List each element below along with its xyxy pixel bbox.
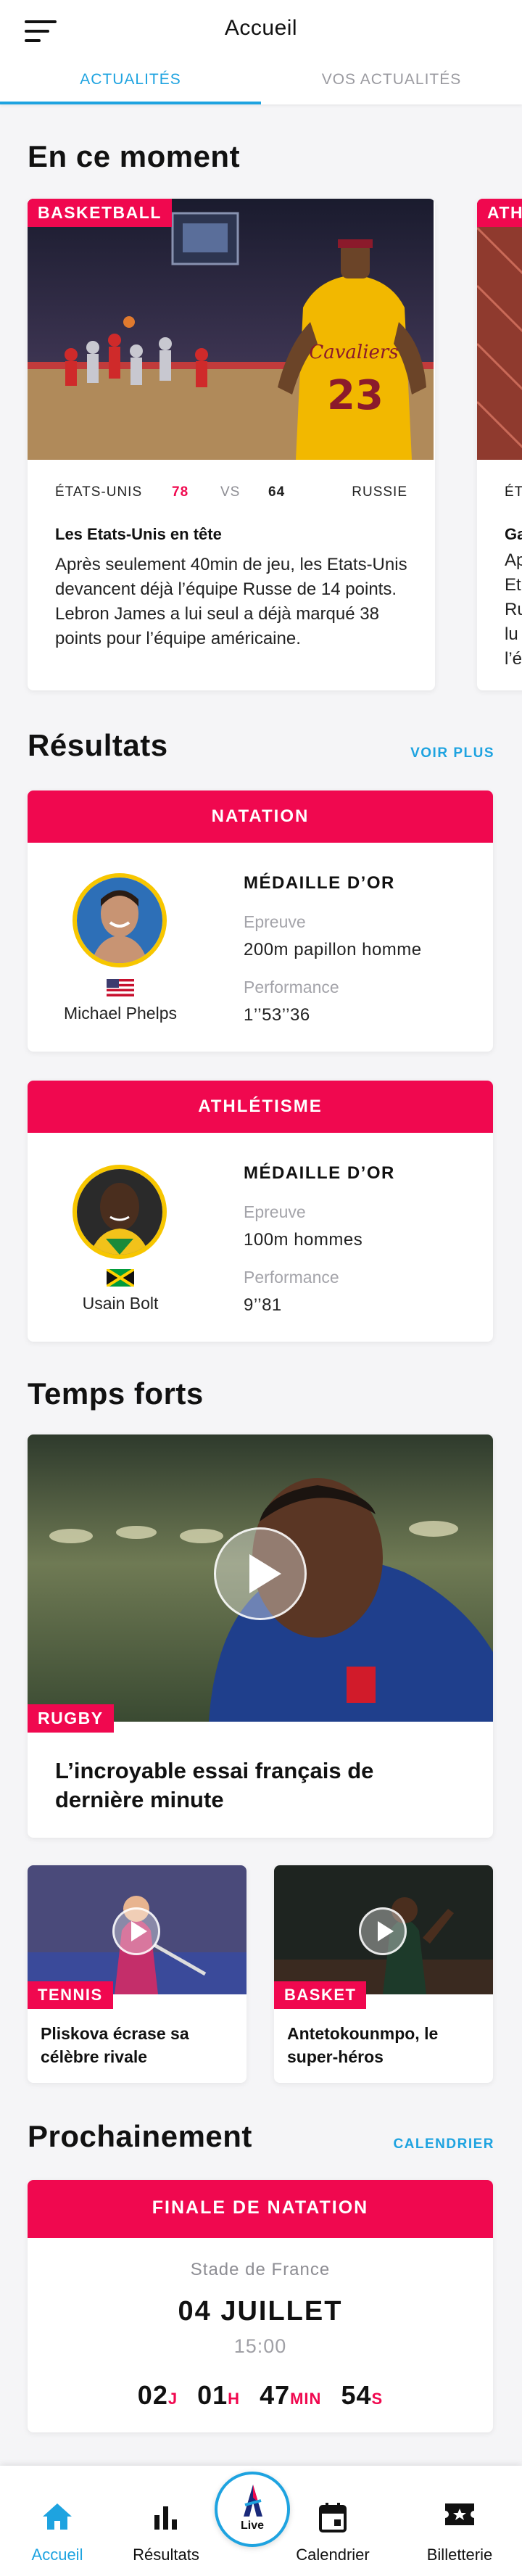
- highlight-small-title: Antetokounmpo, le super-héros: [287, 2024, 439, 2066]
- flag-usa-icon: [107, 979, 134, 996]
- event-date: 04 JUILLET: [178, 2296, 343, 2327]
- news-text-next-line: l’é: [505, 649, 522, 669]
- live-icon: [242, 2483, 264, 2522]
- score-row: ÉTATS-UNIS 78 VS 64 RUSSIE: [55, 484, 407, 506]
- versus-label: VS: [220, 484, 241, 500]
- section-title-now: En ce moment: [28, 139, 241, 173]
- countdown-seconds: 54: [341, 2380, 372, 2410]
- nav-item-accueil[interactable]: Accueil: [10, 2466, 104, 2576]
- sport-badge: BASKETBALL: [28, 199, 172, 227]
- news-card[interactable]: Cavaliers 23 BASKETBALL ÉTATS-UNIS 78 VS…: [28, 199, 435, 690]
- news-image: Cavaliers 23: [28, 199, 434, 460]
- upcoming-event-card[interactable]: FINALE DE NATATION Stade de France 04 JU…: [28, 2180, 493, 2432]
- highlight-small-card[interactable]: TENNIS Pliskova écrase sa célèbre rivale: [28, 1865, 246, 2083]
- flag-jamaica-icon: [105, 1268, 136, 1288]
- athlete-avatar: [72, 873, 167, 967]
- news-headline: Les Etats-Unis en tête: [55, 525, 222, 543]
- event-label: Epreuve: [244, 1202, 306, 1221]
- calendar-icon: [318, 2502, 347, 2536]
- highlight-video-thumbnail: [28, 1865, 246, 1994]
- bar-chart-icon: [152, 2502, 181, 2535]
- countdown-minutes: 47: [260, 2380, 291, 2410]
- performance-value: 1’’53’’36: [244, 1005, 310, 1025]
- result-sport-header: NATATION: [28, 790, 493, 843]
- highlight-video-thumbnail: [274, 1865, 493, 1994]
- news-text-next-line: Ap: [505, 550, 522, 570]
- section-title-results: Résultats: [28, 728, 168, 762]
- nav-item-calendrier[interactable]: Calendrier: [286, 2466, 380, 2576]
- event-time: 15:00: [233, 2335, 287, 2357]
- athlete-avatar: [72, 1165, 167, 1259]
- event-value: 200m papillon homme: [244, 940, 422, 959]
- countdown-seconds-unit: S: [371, 2390, 384, 2408]
- team-away: RUSSIE: [352, 484, 407, 500]
- countdown-hours-unit: H: [228, 2390, 241, 2408]
- performance-label: Performance: [244, 1268, 339, 1287]
- athlete-name: Usain Bolt: [82, 1294, 159, 1313]
- team-next: ÉT: [505, 484, 522, 500]
- tab-actualites[interactable]: ACTUALITÉS: [0, 64, 261, 104]
- medal-label: MÉDAILLE D’OR: [244, 873, 395, 893]
- section-title-highlights: Temps forts: [28, 1376, 204, 1411]
- see-more-link[interactable]: VOIR PLUS: [410, 746, 494, 761]
- nav-label: Billetterie: [426, 2546, 493, 2564]
- nav-label: Calendrier: [296, 2546, 370, 2564]
- sport-badge: TENNIS: [28, 1981, 113, 2009]
- countdown-minutes-unit: MIN: [290, 2390, 322, 2408]
- news-headline-next: Ga: [505, 525, 522, 543]
- event-value: 100m hommes: [244, 1230, 363, 1250]
- highlight-main-title: L’incroyable essai français de dernière …: [55, 1758, 374, 1812]
- svg-text:Cavaliers: Cavaliers: [309, 342, 398, 363]
- page-title: Accueil: [224, 16, 298, 40]
- highlight-main-card[interactable]: RUGBY L’incroyable essai français de der…: [28, 1434, 493, 1838]
- countdown-days-unit: J: [167, 2390, 178, 2408]
- performance-label: Performance: [244, 978, 339, 996]
- news-card-next[interactable]: ATH ÉT Ga Ap Et Ru lu l’é: [477, 199, 522, 690]
- sport-badge: BASKET: [274, 1981, 367, 2009]
- play-icon[interactable]: [214, 1527, 307, 1620]
- athlete-name: Michael Phelps: [64, 1004, 177, 1023]
- team-home: ÉTATS-UNIS: [55, 484, 143, 500]
- countdown-hours: 01: [197, 2380, 228, 2410]
- event-label: Epreuve: [244, 912, 306, 931]
- nav-item-resultats[interactable]: Résultats: [119, 2466, 213, 2576]
- highlight-small-card[interactable]: BASKET Antetokounmpo, le super-héros: [274, 1865, 493, 2083]
- highlight-small-title: Pliskova écrase sa célèbre rivale: [41, 2024, 189, 2066]
- home-icon: [41, 2502, 73, 2535]
- countdown-days: 02: [137, 2380, 168, 2410]
- play-icon[interactable]: [112, 1907, 160, 1955]
- result-card[interactable]: NATATION Michael Phelps MÉDAILLE D’OR Ep…: [28, 790, 493, 1052]
- sport-badge: RUGBY: [28, 1704, 114, 1733]
- score-home: 78: [172, 484, 189, 500]
- performance-value: 9’’81: [244, 1295, 282, 1315]
- play-icon[interactable]: [359, 1907, 407, 1955]
- upcoming-event-title: FINALE DE NATATION: [28, 2180, 493, 2238]
- news-text: Après seulement 40min de jeu, les Etats-…: [55, 555, 407, 648]
- score-away: 64: [268, 484, 286, 500]
- news-text-next-line: Ru: [505, 600, 522, 619]
- sport-badge-next: ATH: [477, 199, 522, 227]
- live-button[interactable]: Live: [215, 2472, 290, 2547]
- result-sport-header: ATHLÉTISME: [28, 1081, 493, 1133]
- calendar-link[interactable]: CALENDRIER: [393, 2137, 494, 2152]
- result-card[interactable]: ATHLÉTISME Usain Bolt MÉDAILLE D’OR Epre…: [28, 1081, 493, 1342]
- countdown: 02J 01H 47MIN 54S: [28, 2380, 493, 2411]
- medal-label: MÉDAILLE D’OR: [244, 1163, 395, 1183]
- top-bar: Accueil ACTUALITÉS VOS ACTUALITÉS: [0, 0, 522, 104]
- news-text-next-line: lu: [505, 624, 518, 644]
- nav-label: Résultats: [133, 2546, 199, 2564]
- news-image-next: [477, 199, 522, 460]
- highlight-video-thumbnail: [28, 1434, 493, 1722]
- live-label: Live: [240, 2519, 264, 2532]
- ticket-icon: [444, 2502, 476, 2530]
- section-title-upcoming: Prochainement: [28, 2119, 252, 2153]
- event-venue: Stade de France: [190, 2260, 331, 2279]
- tab-vos-actualites[interactable]: VOS ACTUALITÉS: [261, 64, 522, 104]
- nav-item-billetterie[interactable]: Billetterie: [409, 2466, 510, 2576]
- tab-bar: ACTUALITÉS VOS ACTUALITÉS: [0, 64, 522, 104]
- news-text-next-line: Et: [505, 575, 521, 595]
- svg-text:23: 23: [327, 372, 384, 419]
- nav-label: Accueil: [31, 2546, 83, 2564]
